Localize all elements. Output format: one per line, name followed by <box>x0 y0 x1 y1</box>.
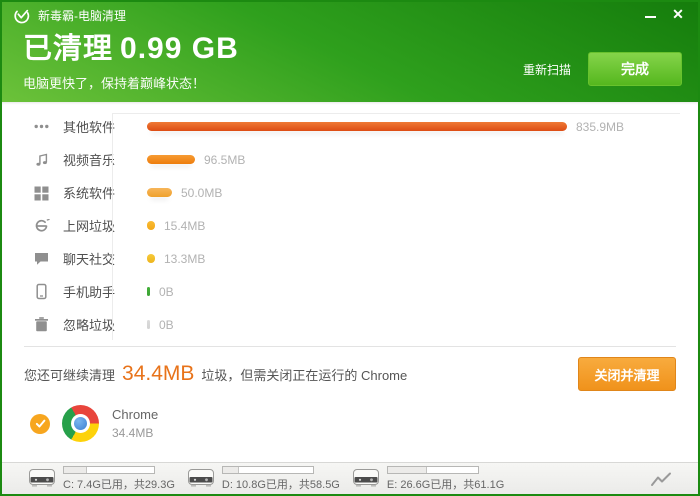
cleanup-message-suffix: 垃圾，但需关闭正在运行的 Chrome <box>201 365 407 384</box>
app-size: 34.4MB <box>112 426 158 440</box>
cleanup-message: 您还可继续清理 34.4MB 垃圾，但需关闭正在运行的 Chrome <box>24 362 407 386</box>
windows-icon <box>33 184 50 201</box>
chart-row[interactable]: 上网垃圾 15.4MB <box>2 209 698 242</box>
close-and-clean-button[interactable]: 关闭并清理 <box>578 357 676 391</box>
hard-drive-icon <box>187 467 215 488</box>
cleaned-value: 0.99 GB <box>120 32 239 65</box>
category-label: 系统软件 <box>63 183 147 202</box>
cleanup-message-prefix: 您还可继续清理 <box>24 365 115 384</box>
chart-axis-horizontal <box>112 113 680 114</box>
music-note-icon <box>33 151 50 168</box>
chart-row[interactable]: 系统软件 50.0MB <box>2 176 698 209</box>
disk-usage: C: 7.4G已用，共29.3G <box>28 465 175 492</box>
chart-row[interactable]: 聊天社交 13.3MB <box>2 242 698 275</box>
value-bar <box>147 221 155 230</box>
disk-usage-bar <box>222 466 314 474</box>
hard-drive-icon <box>28 467 56 488</box>
value-label: 15.4MB <box>164 219 205 233</box>
activity-graph-icon[interactable] <box>650 471 672 487</box>
value-label: 0B <box>159 285 174 299</box>
header-subtitle: 电脑更快了，保持着巅峰状态！ <box>23 73 239 92</box>
minimize-button[interactable] <box>636 4 664 24</box>
app-checkbox[interactable] <box>30 414 50 434</box>
disk-usage: E: 26.6G已用，共61.1G <box>352 465 504 492</box>
duba-logo-icon <box>13 7 30 24</box>
disk-usage-fill <box>64 467 87 473</box>
disk-usage-bar <box>63 466 155 474</box>
check-icon <box>34 417 47 430</box>
main-content: 其他软件 835.9MB 视频音乐 96.5MB 系统软件 50.0MB 上网垃… <box>2 102 698 462</box>
app-window: 新毒霸-电脑清理 ✕ 已清理0.99 GB 电脑更快了，保持着巅峰状态！ 重新扫… <box>0 0 700 496</box>
close-button[interactable]: ✕ <box>664 4 692 24</box>
disk-usage-fill <box>223 467 239 473</box>
disk-usage: D: 10.8G已用，共58.5G <box>187 465 340 492</box>
value-bar <box>147 155 195 164</box>
cleanup-amount: 34.4MB <box>122 362 194 386</box>
close-icon: ✕ <box>672 7 684 21</box>
category-label: 手机助手 <box>63 282 147 301</box>
header: 新毒霸-电脑清理 ✕ 已清理0.99 GB 电脑更快了，保持着巅峰状态！ 重新扫… <box>2 2 698 102</box>
category-label: 聊天社交 <box>63 249 147 268</box>
phone-icon <box>33 283 50 300</box>
rescan-link[interactable]: 重新扫描 <box>523 61 571 78</box>
window-controls: ✕ <box>636 4 692 24</box>
chart-axis-vertical <box>112 113 113 340</box>
header-left: 已清理0.99 GB 电脑更快了，保持着巅峰状态！ <box>23 29 239 92</box>
cleaned-summary: 已清理0.99 GB <box>23 34 239 64</box>
chrome-app-row: Chrome 34.4MB <box>2 391 698 442</box>
chart-row[interactable]: 其他软件 835.9MB <box>2 110 698 143</box>
window-title: 新毒霸-电脑清理 <box>38 7 126 24</box>
category-label: 忽略垃圾 <box>63 315 147 334</box>
header-main: 已清理0.99 GB 电脑更快了，保持着巅峰状态！ 重新扫描 完成 <box>2 29 698 92</box>
value-label: 96.5MB <box>204 153 245 167</box>
disk-usage-fill <box>388 467 428 473</box>
value-bar <box>147 287 150 296</box>
continue-cleanup-row: 您还可继续清理 34.4MB 垃圾，但需关闭正在运行的 Chrome 关闭并清理 <box>2 347 698 391</box>
disk-usage-bar <box>387 466 479 474</box>
more-dots-icon <box>33 118 50 135</box>
ie-browser-icon <box>33 217 50 234</box>
trash-icon <box>33 316 50 333</box>
chart-row[interactable]: 忽略垃圾 0B <box>2 308 698 341</box>
category-label: 其他软件 <box>63 117 147 136</box>
chat-bubble-icon <box>33 250 50 267</box>
disk-usage-label: C: 7.4G已用，共29.3G <box>63 476 175 492</box>
category-label: 上网垃圾 <box>63 216 147 235</box>
disk-usage-label: D: 10.8G已用，共58.5G <box>222 476 340 492</box>
value-label: 13.3MB <box>164 252 205 266</box>
header-actions: 重新扫描 完成 <box>523 46 682 92</box>
chart-row[interactable]: 手机助手 0B <box>2 275 698 308</box>
chrome-logo-icon <box>62 405 99 442</box>
statusbar: C: 7.4G已用，共29.3G D: 10.8G已用，共58.5G <box>2 462 698 494</box>
app-info: Chrome 34.4MB <box>112 407 158 440</box>
value-bar <box>147 188 172 197</box>
category-label: 视频音乐 <box>63 150 147 169</box>
value-label: 50.0MB <box>181 186 222 200</box>
cleaned-label: 已清理 <box>23 33 113 65</box>
value-bar <box>147 320 150 329</box>
value-label: 0B <box>159 318 174 332</box>
app-name: Chrome <box>112 407 158 422</box>
hard-drive-icon <box>352 467 380 488</box>
titlebar: 新毒霸-电脑清理 ✕ <box>2 2 698 29</box>
value-bar <box>147 122 567 131</box>
value-label: 835.9MB <box>576 120 624 134</box>
done-button[interactable]: 完成 <box>588 52 682 86</box>
minimize-icon <box>645 16 656 18</box>
value-bar <box>147 254 155 263</box>
chart-row[interactable]: 视频音乐 96.5MB <box>2 143 698 176</box>
cleanup-bar-chart: 其他软件 835.9MB 视频音乐 96.5MB 系统软件 50.0MB 上网垃… <box>2 110 698 341</box>
disk-usage-label: E: 26.6G已用，共61.1G <box>387 476 504 492</box>
